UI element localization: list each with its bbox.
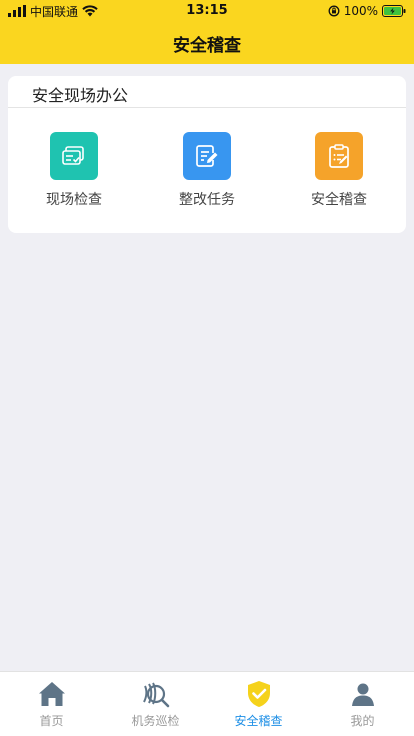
grid-item-rectification-task[interactable]: 整改任务: [141, 132, 273, 209]
section-title: 安全现场办公: [32, 86, 129, 105]
tab-safety-audit[interactable]: 安全稽查: [207, 672, 310, 736]
shield-check-icon: [247, 681, 270, 707]
tab-bar: 首页 机务巡检 安全稽查 我的: [0, 671, 414, 736]
home-icon: [38, 682, 65, 706]
tab-label-patrol: 机务巡检: [131, 714, 180, 728]
grid-label-site-inspection: 现场检查: [46, 192, 102, 208]
tab-label-profile: 我的: [350, 714, 375, 728]
battery-percent: 100%: [343, 4, 378, 18]
user-icon: [351, 683, 374, 706]
tab-label-safety-audit: 安全稽查: [234, 714, 283, 728]
edit-document-icon: [183, 132, 231, 180]
grid-item-site-inspection[interactable]: 现场检查: [8, 132, 140, 209]
clipboard-icon: [315, 132, 363, 180]
tab-home[interactable]: 首页: [0, 672, 103, 736]
battery-icon: [382, 5, 406, 17]
tab-patrol[interactable]: 机务巡检: [104, 672, 207, 736]
office-card: 安全现场办公 现场检查 整改任务 安全稽查: [8, 76, 406, 233]
tab-label-home: 首页: [39, 714, 64, 728]
grid-item-safety-audit[interactable]: 安全稽查: [273, 132, 405, 209]
cards-check-icon: [50, 132, 98, 180]
section-divider: [8, 107, 406, 108]
orientation-lock-icon: [328, 5, 340, 17]
function-grid: 现场检查 整改任务 安全稽查: [8, 132, 406, 222]
grid-label-safety-audit: 安全稽查: [311, 192, 367, 208]
status-right: 100%: [328, 3, 406, 19]
status-bar: 中国联通 13:15 100%: [0, 0, 414, 22]
header: 中国联通 13:15 100% 安全稽查: [0, 0, 414, 64]
grid-label-rectification-task: 整改任务: [179, 192, 235, 208]
tab-profile[interactable]: 我的: [311, 672, 414, 736]
page-title: 安全稽查: [173, 36, 241, 56]
inspection-icon: [142, 682, 169, 708]
